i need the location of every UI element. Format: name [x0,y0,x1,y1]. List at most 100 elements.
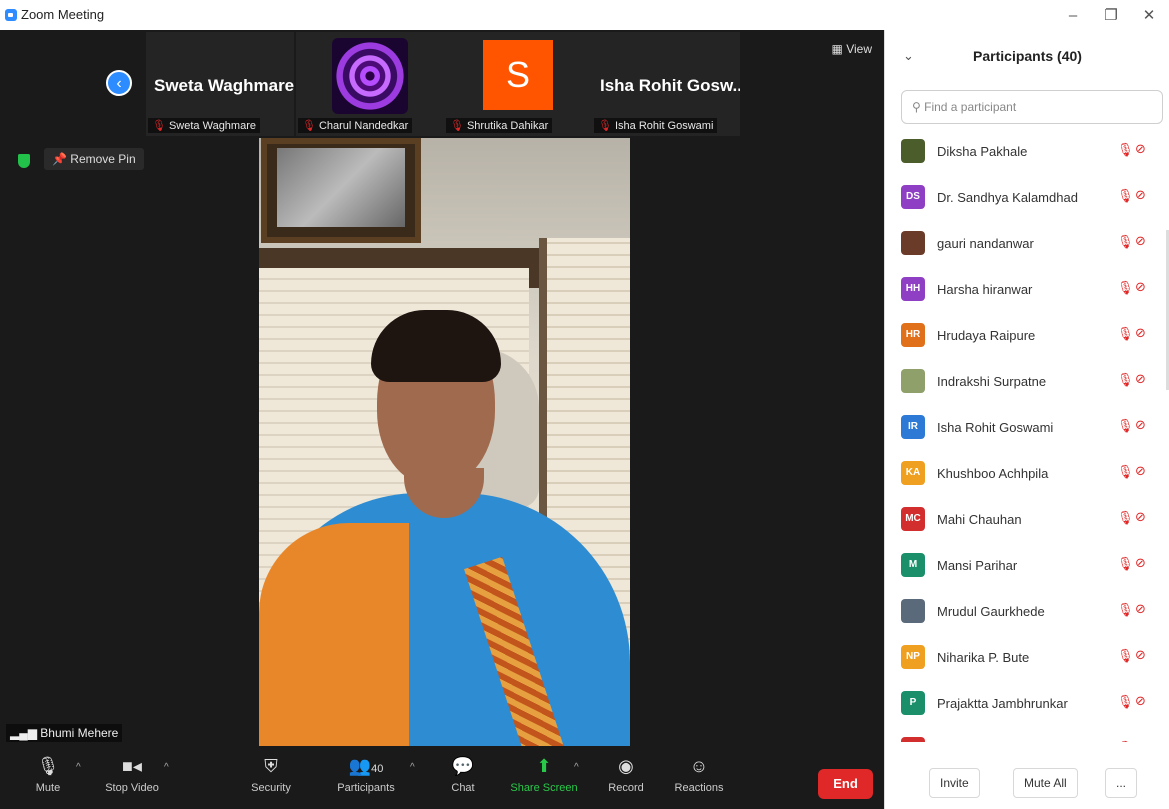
chat-button[interactable]: 💬 Chat [423,754,503,794]
stop-video-button[interactable]: ■◂ Stop Video [92,754,172,794]
participant-name: Khushboo Achhpila [937,466,1049,481]
participant-row[interactable]: Indrakshi Surpatne 🎙 ⊘ [885,360,1169,406]
participants-button[interactable]: 👥40 Participants [326,754,406,794]
meeting-toolbar: 🎙 Mute ^ ■◂ Stop Video ^ ⛨ Security 👥40 Part… [0,746,884,809]
tile-display-name: Isha Rohit Gosw... [600,76,740,95]
participant-row[interactable]: HH Harsha hiranwar 🎙 ⊘ [885,268,1169,314]
video-off-icon: ⊘ [1135,693,1146,708]
video-off-icon: ⊘ [1135,739,1146,742]
previous-page-button[interactable]: ‹ [106,70,132,96]
video-options-caret[interactable]: ^ [164,762,169,773]
participant-row[interactable]: NP Niharika P. Bute 🎙 ⊘ [885,636,1169,682]
video-off-icon: ⊘ [1135,555,1146,570]
more-options-button[interactable]: ... [1105,768,1138,798]
minimize-button[interactable]: – [1058,6,1088,26]
muted-mic-icon: 🎙 [1117,510,1134,525]
search-icon: ⚲ [912,100,925,114]
panel-footer: Invite Mute All ... [885,760,1169,809]
record-icon: ◉ [618,756,634,776]
grid-icon: ▦ [831,42,847,56]
shield-icon: ⛨ [264,756,278,776]
participant-row[interactable]: MC Mahi Chauhan 🎙 ⊘ [885,498,1169,544]
muted-mic-icon: 🎙 [1117,372,1134,387]
mute-all-button[interactable]: Mute All [1013,768,1078,798]
participant-avatar [901,231,925,255]
participant-avatar [901,139,925,163]
share-screen-icon: ⬆ [536,756,552,776]
participant-avatar: NP [901,645,925,669]
participants-options-caret[interactable]: ^ [410,762,415,773]
participant-avatar: P [901,691,925,715]
participant-row[interactable]: Mrudul Gaurkhede 🎙 ⊘ [885,590,1169,636]
participant-row[interactable]: IR Isha Rohit Goswami 🎙 ⊘ [885,406,1169,452]
video-off-icon: ⊘ [1135,279,1146,294]
encryption-shield-icon [18,154,30,168]
participant-name: Mansi Parihar [937,558,1018,573]
participant-row[interactable]: M Mansi Parihar 🎙 ⊘ [885,544,1169,590]
remove-pin-button[interactable]: 📌 Remove Pin [44,148,144,170]
participant-name: Mahi Chauhan [937,512,1022,527]
participant-tile[interactable]: Sweta Waghmare 🎙 Sweta Waghmare [146,32,294,136]
participant-row[interactable]: Diksha Pakhale 🎙 ⊘ [885,130,1169,176]
video-off-icon: ⊘ [1135,417,1146,432]
participant-name: Hrudaya Raipure [937,328,1036,343]
participant-row[interactable]: KA Khushboo Achhpila 🎙 ⊘ [885,452,1169,498]
share-options-caret[interactable]: ^ [574,762,579,773]
share-screen-button[interactable]: ⬆ Share Screen [504,754,584,794]
end-meeting-button[interactable]: End [818,769,873,799]
tile-label: 🎙 Shrutika Dahikar [446,118,553,133]
speaker-video [259,138,630,746]
participant-name: Isha Rohit Goswami [937,420,1054,435]
muted-mic-icon: 🎙 [1117,234,1134,249]
pin-icon: 📌 [52,152,71,166]
participant-row[interactable]: HR Hrudaya Raipure 🎙 ⊘ [885,314,1169,360]
restore-button[interactable]: ❐ [1096,6,1126,26]
signal-icon: ▂▄▆ [10,726,41,740]
participant-name: Diksha Pakhale [937,144,1028,159]
participant-avatar: HR [901,323,925,347]
video-off-icon: ⊘ [1135,325,1146,340]
muted-mic-icon: 🎙 [598,120,612,132]
meeting-area: ‹ Sweta Waghmare 🎙 Sweta Waghmare 🎙 Charul… [0,30,884,809]
video-off-icon: ⊘ [1135,647,1146,662]
participant-avatar: KA [901,461,925,485]
reactions-button[interactable]: ☺ Reactions [659,754,739,794]
participant-name: Niharika P. Bute [937,650,1030,665]
muted-mic-icon: 🎙 [1117,326,1134,341]
participants-icon: 👥40 [348,756,384,776]
security-button[interactable]: ⛨ Security [231,754,311,794]
invite-button[interactable]: Invite [929,768,980,798]
chat-icon: 💬 [451,756,475,776]
participant-tile[interactable]: S 🎙 Shrutika Dahikar [444,32,592,136]
participant-avatar: M [901,553,925,577]
muted-mic-icon: 🎙 [1117,694,1134,709]
muted-mic-icon: 🎙 [1117,280,1134,295]
participant-list: Diksha Pakhale 🎙 ⊘ DS Dr. Sandhya Kalamdhad 🎙… [885,130,1169,742]
participant-row[interactable]: 🎙⊘ [885,728,1169,742]
close-button[interactable]: ✕ [1134,6,1164,26]
participant-name: Mrudul Gaurkhede [937,604,1045,619]
wall-frame [261,138,421,243]
active-speaker-view: 📌 Remove Pin ▂▄▆ Bhumi Mehere [0,138,884,746]
participant-tile[interactable]: 🎙 Charul Nandedkar [296,32,444,136]
participant-row[interactable]: DS Dr. Sandhya Kalamdhad 🎙 ⊘ [885,176,1169,222]
panel-title: Participants (40) [973,48,1082,64]
record-button[interactable]: ◉ Record [586,754,666,794]
video-off-icon: ⊘ [1135,371,1146,386]
window-title: Zoom Meeting [21,7,105,22]
profile-picture [332,38,408,114]
participant-tile[interactable]: Isha Rohit Gosw... 🎙 Isha Rohit Goswami [592,32,740,136]
muted-mic-icon: 🎙 [1117,648,1134,663]
participant-row[interactable]: P Prajaktta Jambhrunkar 🎙 ⊘ [885,682,1169,728]
mute-button[interactable]: 🎙 Mute [8,754,88,794]
video-off-icon: ⊘ [1135,233,1146,248]
audio-options-caret[interactable]: ^ [76,762,81,773]
tile-label: 🎙 Sweta Waghmare [148,118,260,133]
participant-row[interactable]: gauri nandanwar 🎙 ⊘ [885,222,1169,268]
video-off-icon: ⊘ [1135,141,1146,156]
view-button[interactable]: ▦ View [832,42,872,56]
participant-name: Dr. Sandhya Kalamdhad [937,190,1078,205]
participant-avatar: DS [901,185,925,209]
zoom-logo-icon [5,9,17,21]
participant-search-input[interactable]: ⚲ Find a participant [901,90,1163,124]
